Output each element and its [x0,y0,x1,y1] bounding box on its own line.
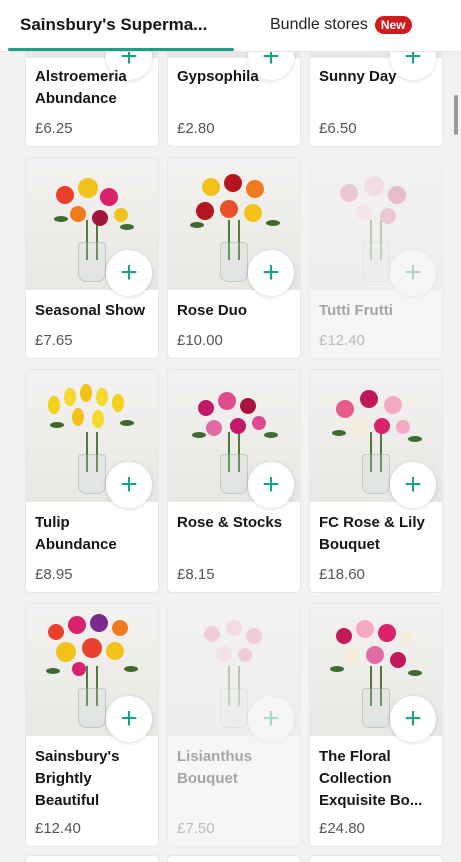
plus-icon: + [404,256,422,289]
product-price: £18.60 [319,566,365,583]
tab-label: Bundle stores [270,16,368,33]
product-price: £6.50 [319,120,357,137]
product-name: Sainsbury's Brightly Beautiful [35,748,120,809]
product-card-rose-duo[interactable]: + Rose Duo £10.00 [168,158,300,358]
product-card-lisianthus[interactable]: + Lisianthus Bouquet £7.50 [168,604,300,846]
tab-label: Sainsbury's Superma... [20,15,208,34]
product-card-partial[interactable] [310,856,442,862]
add-to-cart-button[interactable]: + [248,250,294,296]
product-name: FC Rose & Lily Bouquet [319,514,425,553]
product-card-fc-rose-lily[interactable]: + FC Rose & Lily Bouquet £18.60 [310,370,442,592]
add-to-cart-button[interactable]: + [248,696,294,742]
product-price: £12.40 [319,332,365,349]
new-badge: New [374,16,412,34]
plus-icon: + [120,468,138,501]
product-name: Tutti Frutti [319,302,393,319]
product-price: £8.15 [177,566,215,583]
product-price: £7.50 [177,820,215,837]
product-name: The Floral Collection Exquisite Bo... [319,748,423,809]
add-to-cart-button[interactable]: + [106,696,152,742]
product-name: Rose & Stocks [177,514,283,531]
product-name: Lisianthus Bouquet [177,748,253,787]
product-price: £7.65 [35,332,73,349]
plus-icon: + [120,256,138,289]
add-to-cart-button[interactable]: + [106,462,152,508]
product-price: £10.00 [177,332,223,349]
product-price: £8.95 [35,566,73,583]
product-price: £12.40 [35,820,81,837]
product-card-rose-stocks[interactable]: + Rose & Stocks £8.15 [168,370,300,592]
product-grid: + Alstroemeria Abundance £6.25 + Gypsoph… [0,0,461,862]
add-to-cart-button[interactable]: + [390,696,436,742]
product-card-partial[interactable] [168,856,300,862]
add-to-cart-button[interactable]: + [390,462,436,508]
product-card-brightly-beautiful[interactable]: + Sainsbury's Brightly Beautiful £12.40 [26,604,158,846]
store-tabs: Sainsbury's Superma... Bundle stores New [0,0,461,52]
product-card-tutti-frutti[interactable]: + Tutti Frutti £12.40 [310,158,442,358]
product-name: Tulip Abundance [35,514,117,553]
product-name: Alstroemeria Abundance [35,68,127,107]
plus-icon: + [404,468,422,501]
product-card-floral-collection[interactable]: + The Floral Collection Exquisite Bo... … [310,604,442,846]
tab-sainsburys[interactable]: Sainsbury's Superma... [20,0,220,50]
product-price: £2.80 [177,120,215,137]
tab-bundle-stores[interactable]: Bundle stores New [270,0,412,50]
plus-icon: + [262,468,280,501]
product-name: Gypsophila [177,68,259,85]
add-to-cart-button[interactable]: + [248,462,294,508]
plus-icon: + [262,702,280,735]
add-to-cart-button[interactable]: + [106,250,152,296]
active-tab-indicator [8,48,234,51]
scrollbar[interactable] [454,95,458,135]
plus-icon: + [404,702,422,735]
add-to-cart-button[interactable]: + [390,250,436,296]
product-card-partial[interactable] [26,856,158,862]
product-price: £6.25 [35,120,73,137]
product-name: Sunny Day [319,68,397,85]
plus-icon: + [120,702,138,735]
product-card-tulip-abundance[interactable]: + Tulip Abundance £8.95 [26,370,158,592]
product-name: Seasonal Show [35,302,146,319]
plus-icon: + [262,256,280,289]
product-price: £24.80 [319,820,365,837]
product-card-seasonal-show[interactable]: + Seasonal Show £7.65 [26,158,158,358]
product-name: Rose Duo [177,302,248,319]
